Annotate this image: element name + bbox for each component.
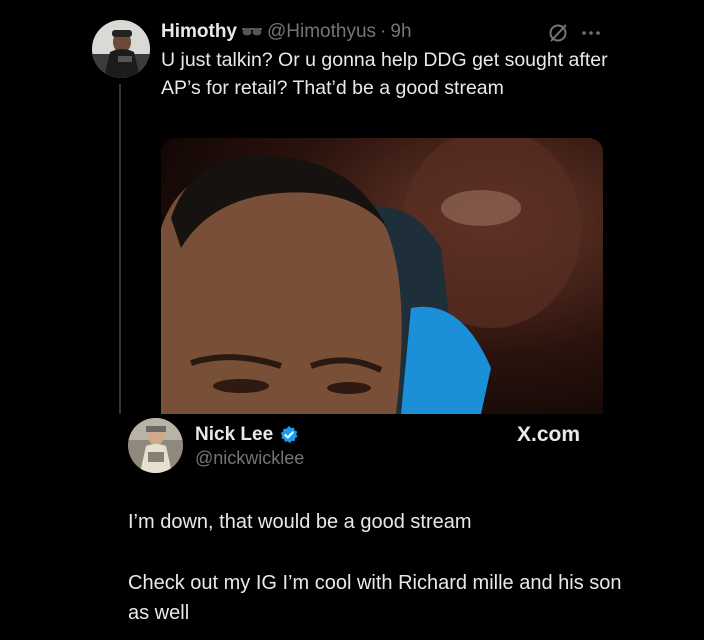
tweet-media[interactable] [161,138,603,414]
nick-lee-avatar[interactable] [128,418,183,473]
tweet-header: Himothy @Himothyus · 9h [161,20,412,44]
separator-dot: · [380,21,387,42]
verified-badge-icon [279,425,299,445]
reply-author-row: Nick Lee [195,424,299,446]
more-icon[interactable] [580,26,602,40]
author-name[interactable]: Himothy [161,21,237,43]
thread-connector-line [119,84,121,414]
tweet-time[interactable]: 9h [390,21,411,43]
source-label: X.com [517,423,581,446]
reply-author-name[interactable]: Nick Lee [195,424,273,446]
grok-icon[interactable] [547,22,569,44]
reply-text-paragraph-1: I’m down, that would be a good stream [128,511,472,533]
reply-text-paragraph-2: Check out my IG I’m cool with Richard mi… [128,572,622,624]
reply-author-handle[interactable]: @nickwicklee [195,448,304,469]
sunglasses-icon [241,27,263,37]
author-handle[interactable]: @Himothyus [267,21,376,43]
himothy-avatar[interactable] [92,20,150,78]
tweet-text: U just talkin? Or u gonna help DDG get s… [161,49,608,99]
